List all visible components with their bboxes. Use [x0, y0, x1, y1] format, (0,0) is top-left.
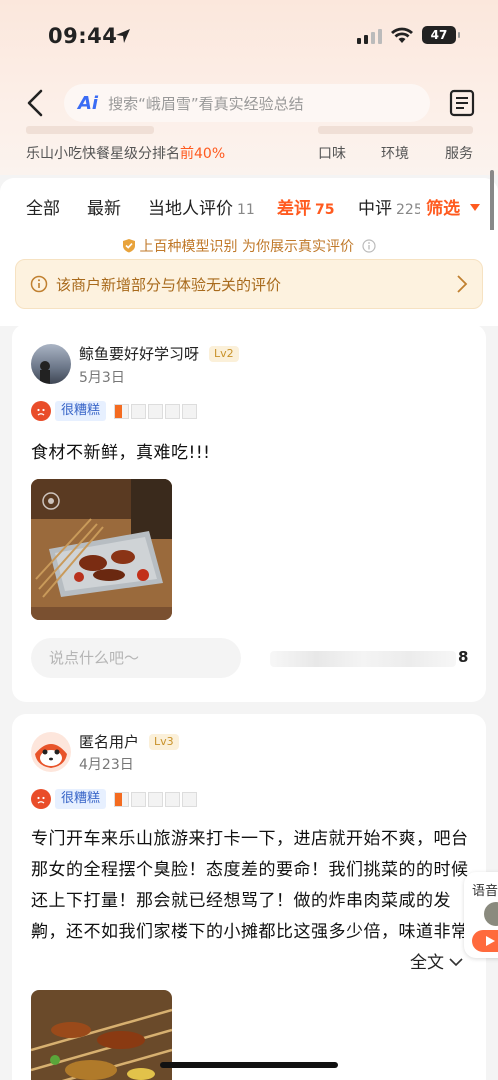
scrolled-rating-row	[26, 126, 154, 134]
voice-label: 语音	[472, 884, 498, 899]
tab-neutral-reviews[interactable]: 中评 225	[358, 194, 423, 219]
star-icon	[182, 403, 198, 419]
irrelevant-review-alert[interactable]: 该商户新增部分与体验无关的评价	[15, 259, 483, 309]
scrolled-score-row	[318, 126, 473, 134]
star-icon	[131, 403, 147, 419]
star-icon	[165, 791, 181, 807]
star-icon	[114, 791, 130, 807]
scrollbar[interactable]	[490, 170, 494, 234]
back-arrow-icon[interactable]	[22, 88, 48, 118]
review-card: 匿名用户 Lv3 4月23日 很糟糕 专门开车来乐山旅游来打卡一下，进店就开始不爽…	[12, 714, 486, 1080]
score-label-environment: 环境	[381, 146, 409, 162]
ai-search-icon: Ai	[78, 92, 99, 114]
rating-label: 很糟糕	[55, 789, 107, 809]
shield-check-icon	[122, 239, 135, 253]
avatar[interactable]	[31, 344, 71, 384]
level-badge: Lv3	[149, 734, 179, 750]
wifi-icon	[391, 27, 413, 43]
cellular-signal-icon	[357, 29, 382, 44]
alert-text: 该商户新增部分与体验无关的评价	[56, 275, 282, 294]
score-label-taste: 口味	[318, 146, 346, 162]
like-count: 8	[458, 648, 469, 666]
avatar[interactable]	[31, 732, 71, 772]
filter-button[interactable]: 筛选	[420, 194, 480, 219]
reviewer-name[interactable]: 鲸鱼要好好学习呀 Lv2	[79, 343, 239, 364]
document-menu-icon[interactable]	[448, 88, 476, 118]
status-time: 09:44	[48, 24, 118, 48]
voice-play-button[interactable]	[472, 930, 498, 952]
play-icon	[486, 936, 495, 946]
angry-face-icon	[31, 789, 51, 809]
review-photo[interactable]	[31, 479, 172, 620]
action-bar[interactable]	[270, 651, 456, 667]
review-card: 鲸鱼要好好学习呀 Lv2 5月3日 很糟糕 食材不新鲜，真难吃!!! 说点什么吧…	[12, 324, 486, 702]
rating-label: 很糟糕	[55, 401, 107, 421]
star-icon	[182, 791, 198, 807]
voice-avatar	[484, 902, 498, 926]
status-bar: 09:44 47	[0, 22, 498, 52]
tab-negative-reviews[interactable]: 差评 75	[277, 194, 334, 219]
rating-row: 很糟糕	[31, 400, 198, 422]
rank-text: 乐山小吃快餐星级分排名前40%	[26, 146, 226, 162]
rating-row: 很糟糕	[31, 788, 198, 810]
level-badge: Lv2	[209, 346, 239, 362]
chevron-down-icon	[449, 958, 463, 967]
comment-input[interactable]: 说点什么吧～	[31, 638, 241, 678]
rank-value: 前40%	[180, 146, 226, 162]
filter-caret-icon	[470, 204, 480, 211]
angry-face-icon	[31, 401, 51, 421]
model-note: 上百种模型识别 为你展示真实评价	[0, 236, 498, 256]
search-placeholder: 搜索“峨眉雪”看真实经验总结	[108, 94, 304, 113]
tab-local-reviews[interactable]: 当地人评价 11	[148, 194, 255, 219]
info-circle-icon	[30, 275, 48, 293]
voice-widget[interactable]: 语音	[464, 872, 498, 958]
battery-indicator: 47	[422, 26, 460, 44]
expand-full-text[interactable]: 全文	[404, 948, 464, 979]
star-rating	[114, 403, 198, 419]
chevron-right-icon	[457, 275, 468, 293]
star-icon	[131, 791, 147, 807]
review-text: 专门开车来乐山旅游来打卡一下，进店就开始不爽，吧台那女的全程摆个臭脸！态度差的要…	[31, 829, 469, 942]
reviewer-name[interactable]: 匿名用户 Lv3	[79, 731, 179, 752]
home-indicator[interactable]	[160, 1062, 338, 1068]
info-icon[interactable]	[362, 239, 377, 253]
star-icon	[148, 403, 164, 419]
score-label-service: 服务	[445, 146, 473, 162]
location-arrow-icon	[116, 29, 130, 43]
review-tabs: 全部 最新 当地人评价 11 差评 75 中评 225 筛选	[0, 178, 498, 230]
star-icon	[114, 403, 130, 419]
star-icon	[148, 791, 164, 807]
review-date: 4月23日	[79, 757, 134, 773]
tab-all[interactable]: 全部	[26, 194, 60, 219]
review-text: 食材不新鲜，真难吃!!!	[31, 443, 211, 463]
star-icon	[165, 403, 181, 419]
tab-latest[interactable]: 最新	[87, 194, 121, 219]
star-rating	[114, 791, 198, 807]
review-photo[interactable]	[31, 990, 172, 1080]
review-date: 5月3日	[79, 370, 125, 386]
search-input[interactable]: Ai 搜索“峨眉雪”看真实经验总结	[64, 84, 430, 122]
